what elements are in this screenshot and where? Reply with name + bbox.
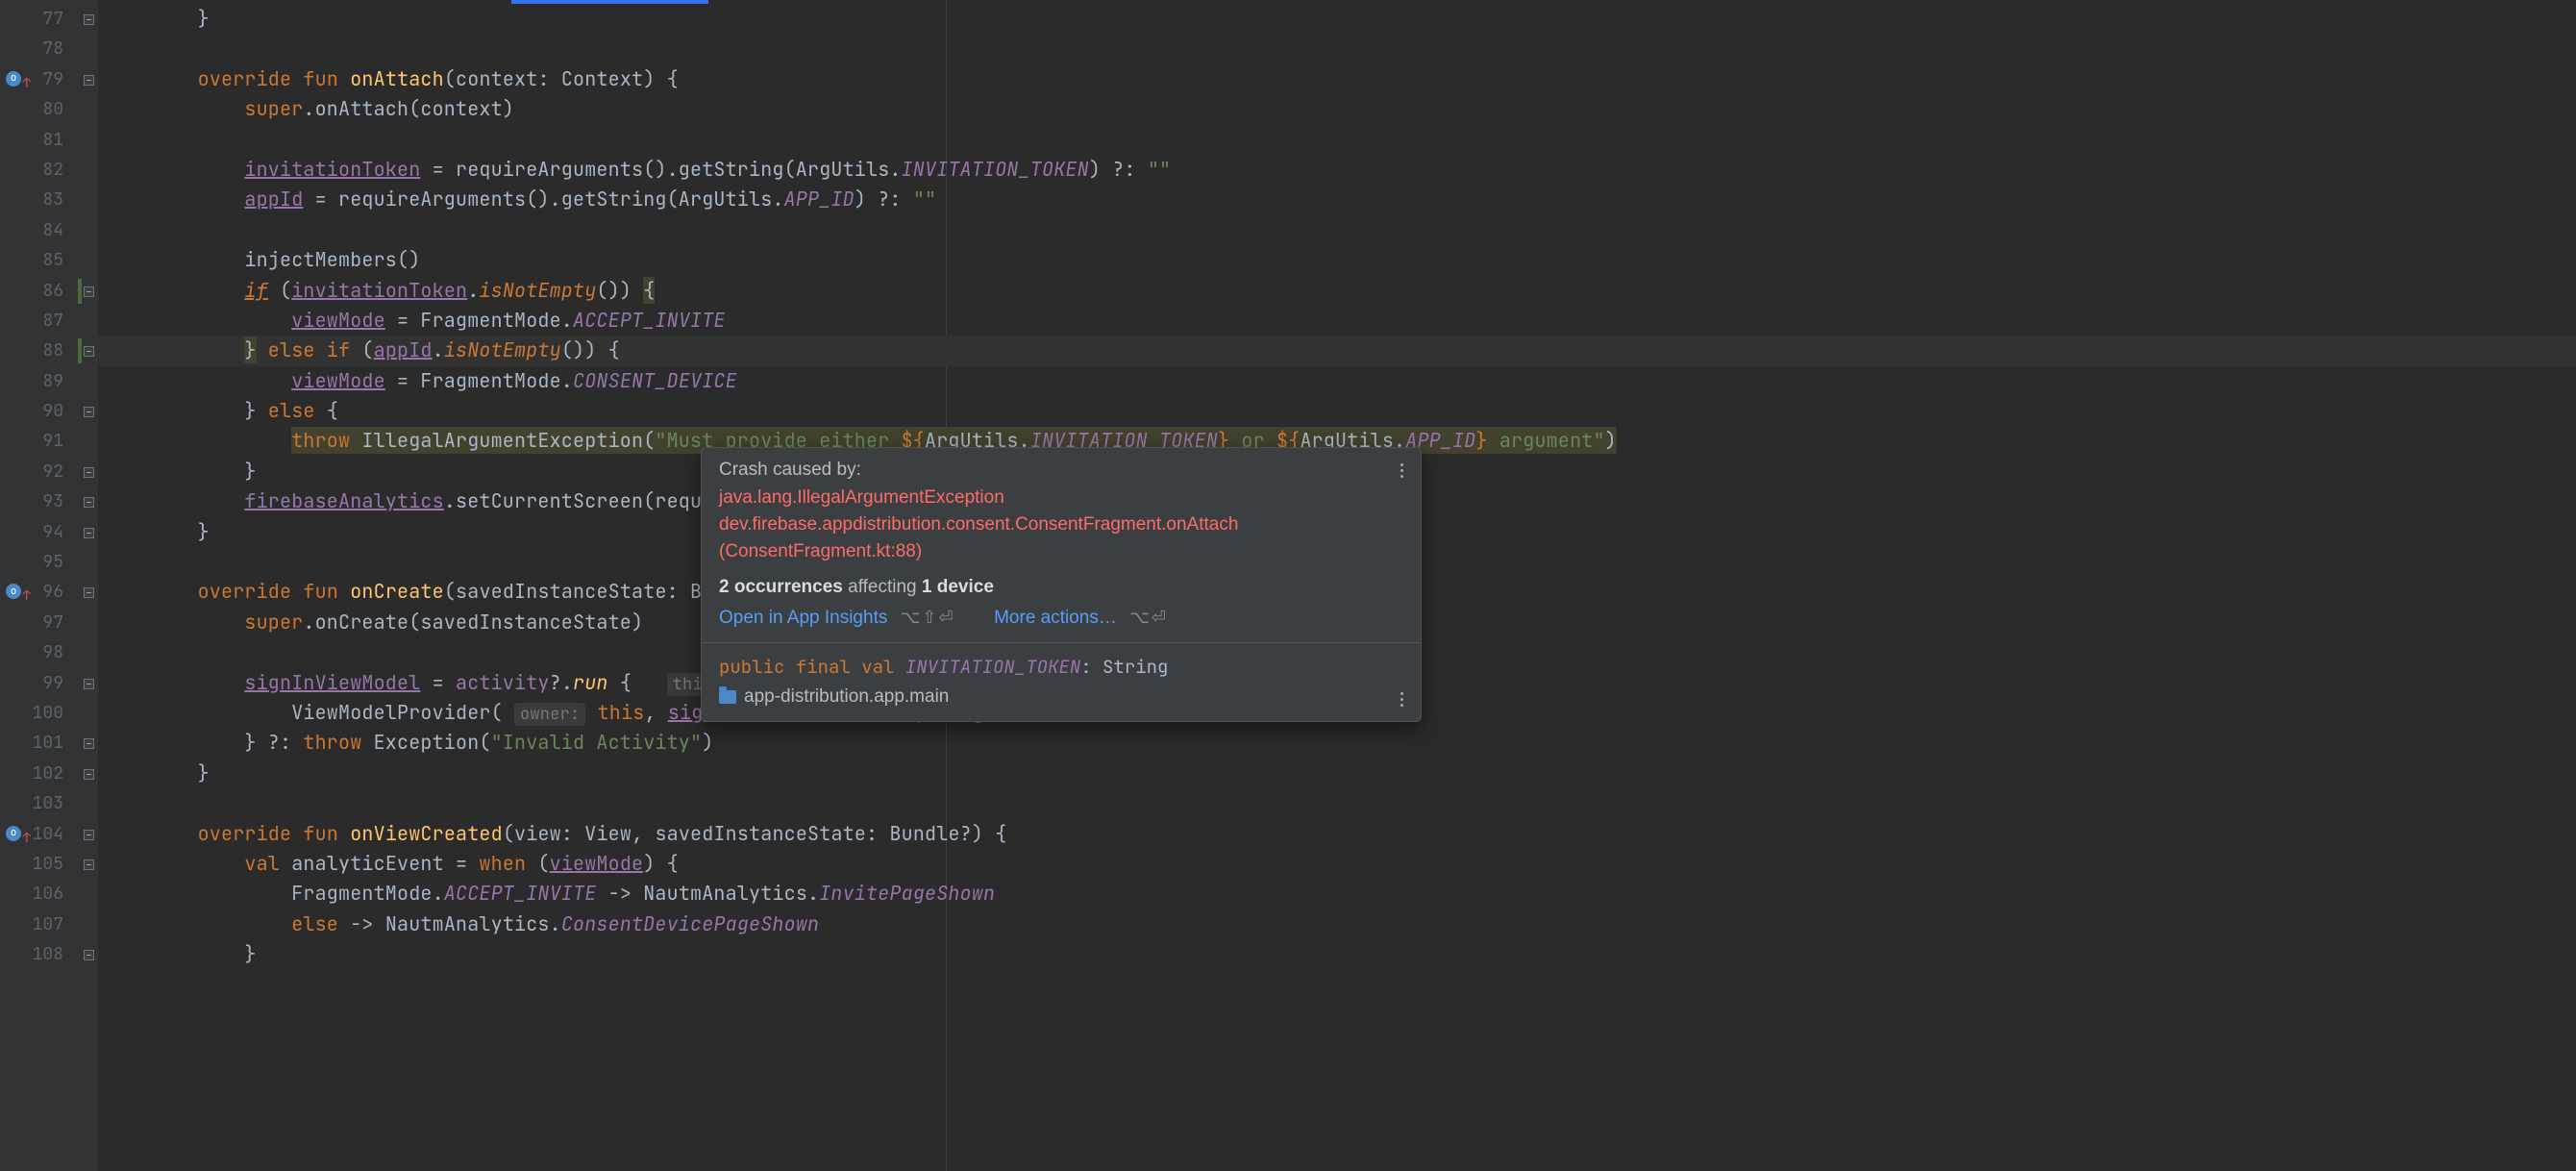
line-number: 79o (0, 64, 81, 94)
exception-class: java.lang.IllegalArgumentException (719, 485, 1403, 511)
fold-gutter (81, 0, 98, 1171)
override-gutter-icon[interactable]: o (6, 826, 21, 841)
fold-toggle[interactable] (84, 407, 94, 417)
line-number: 100 (0, 698, 81, 728)
crash-insights-popup: Crash caused by: java.lang.IllegalArgume… (701, 447, 1422, 722)
code-line[interactable]: invitationToken = requireArguments().get… (98, 155, 2576, 185)
line-number: 106 (0, 879, 81, 909)
fold-toggle[interactable] (84, 950, 94, 960)
fold-toggle[interactable] (84, 528, 94, 538)
popup-options-kebab[interactable] (1392, 458, 1411, 483)
fold-toggle[interactable] (84, 860, 94, 870)
code-line[interactable]: } ?: throw Exception("Invalid Activity") (98, 728, 2576, 758)
line-number: 102 (0, 759, 81, 788)
line-number: 78 (0, 34, 81, 63)
fold-toggle[interactable] (84, 467, 94, 478)
more-shortcut: ⌥⏎ (1129, 608, 1168, 627)
line-number: 95 (0, 547, 81, 577)
line-number: 80 (0, 94, 81, 124)
occurrence-count: 2 occurrences (719, 577, 843, 597)
popup-actions: Open in App Insights ⌥⇧⏎ More actions… ⌥… (719, 608, 1403, 629)
code-line[interactable]: } (98, 4, 2576, 34)
line-number: 104o (0, 819, 81, 849)
line-number-gutter: 777879o808182838485868788899091929394959… (0, 0, 81, 1171)
module-name: app-distribution.app.main (744, 686, 949, 708)
line-number: 96o (0, 577, 81, 607)
vcs-change-marker (78, 279, 82, 304)
code-line[interactable]: override fun onViewCreated(view: View, s… (98, 819, 2576, 849)
module-row: app-distribution.app.main (719, 686, 1403, 708)
occurrence-stats: 2 occurrences affecting 1 device (719, 577, 1403, 598)
code-line[interactable]: if (invitationToken.isNotEmpty()) { (98, 276, 2576, 306)
override-gutter-icon[interactable]: o (6, 71, 21, 87)
line-number: 94 (0, 517, 81, 547)
line-number: 101 (0, 728, 81, 758)
line-number: 81 (0, 125, 81, 155)
code-line[interactable]: val analyticEvent = when (viewMode) { (98, 849, 2576, 879)
line-number: 85 (0, 245, 81, 275)
line-number: 89 (0, 366, 81, 396)
code-line[interactable]: } (98, 759, 2576, 788)
line-number: 99 (0, 668, 81, 698)
fold-toggle[interactable] (84, 346, 94, 357)
code-line[interactable] (98, 215, 2576, 245)
line-number: 108 (0, 939, 81, 969)
override-gutter-icon[interactable]: o (6, 584, 21, 599)
popup-title: Crash caused by: (719, 460, 1403, 481)
popup-crash-section: Crash caused by: java.lang.IllegalArgume… (702, 448, 1421, 642)
code-line[interactable] (98, 125, 2576, 155)
more-actions-link[interactable]: More actions… (994, 608, 1117, 628)
code-line[interactable]: appId = requireArguments().getString(Arg… (98, 185, 2576, 214)
declaration-kebab[interactable] (1392, 686, 1411, 711)
code-line[interactable]: } (98, 939, 2576, 969)
line-number: 98 (0, 637, 81, 667)
line-number: 77 (0, 4, 81, 34)
code-line[interactable]: } else { (98, 396, 2576, 426)
vcs-change-marker (78, 338, 82, 363)
code-line[interactable]: } else if (appId.isNotEmpty()) { (98, 336, 2576, 365)
line-number: 90 (0, 396, 81, 426)
exception-location: dev.firebase.appdistribution.consent.Con… (719, 511, 1403, 565)
fold-toggle[interactable] (84, 738, 94, 749)
line-number: 97 (0, 608, 81, 637)
folder-icon (719, 690, 736, 704)
line-number: 92 (0, 457, 81, 486)
line-number: 86 (0, 276, 81, 306)
line-number: 83 (0, 185, 81, 214)
line-number: 84 (0, 215, 81, 245)
line-number: 107 (0, 909, 81, 939)
line-number: 93 (0, 486, 81, 516)
line-number: 88 (0, 336, 81, 365)
fold-toggle[interactable] (84, 287, 94, 297)
fold-toggle[interactable] (84, 679, 94, 689)
device-count: 1 device (922, 577, 994, 597)
code-line[interactable]: override fun onAttach(context: Context) … (98, 64, 2576, 94)
code-line[interactable]: viewMode = FragmentMode.ACCEPT_INVITE (98, 306, 2576, 336)
code-line[interactable]: super.onAttach(context) (98, 94, 2576, 124)
fold-toggle[interactable] (84, 75, 94, 86)
line-number: 105 (0, 849, 81, 879)
fold-toggle[interactable] (84, 497, 94, 508)
open-shortcut: ⌥⇧⏎ (901, 608, 955, 627)
fold-toggle[interactable] (84, 14, 94, 25)
declaration-signature: public final val INVITATION_TOKEN: Strin… (719, 655, 1403, 679)
fold-toggle[interactable] (84, 769, 94, 780)
code-line[interactable]: viewMode = FragmentMode.CONSENT_DEVICE (98, 366, 2576, 396)
popup-declaration-section: public final val INVITATION_TOKEN: Strin… (702, 642, 1421, 721)
line-number: 82 (0, 155, 81, 185)
line-number: 103 (0, 788, 81, 818)
code-line[interactable] (98, 788, 2576, 818)
code-line[interactable]: injectMembers() (98, 245, 2576, 275)
open-app-insights-link[interactable]: Open in App Insights (719, 608, 887, 628)
code-line[interactable]: else -> NautmAnalytics.ConsentDevicePage… (98, 909, 2576, 939)
code-line[interactable]: FragmentMode.ACCEPT_INVITE -> NautmAnaly… (98, 879, 2576, 909)
line-number: 91 (0, 426, 81, 456)
code-line[interactable] (98, 34, 2576, 63)
fold-toggle[interactable] (84, 587, 94, 598)
fold-toggle[interactable] (84, 830, 94, 840)
line-number: 87 (0, 306, 81, 336)
